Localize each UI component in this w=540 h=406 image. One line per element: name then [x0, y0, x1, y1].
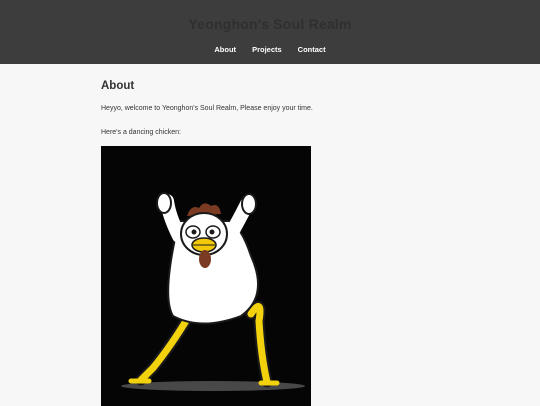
site-header: Yeonghon's Soul Realm About Projects Con…: [0, 0, 540, 64]
nav-link-projects[interactable]: Projects: [252, 45, 282, 54]
site-title: Yeonghon's Soul Realm: [188, 16, 352, 32]
nav-link-about[interactable]: About: [214, 45, 236, 54]
page-title: About: [101, 80, 135, 92]
dancing-chicken-illustration: [121, 192, 305, 391]
dancing-chicken-image: [101, 146, 311, 406]
gif-caption: Here's a dancing chicken:: [101, 129, 181, 136]
nav-link-contact[interactable]: Contact: [298, 45, 326, 54]
intro-text: Heyyo, welcome to Yeonghon's Soul Realm,…: [101, 105, 313, 112]
main-nav: About Projects Contact: [0, 45, 540, 54]
